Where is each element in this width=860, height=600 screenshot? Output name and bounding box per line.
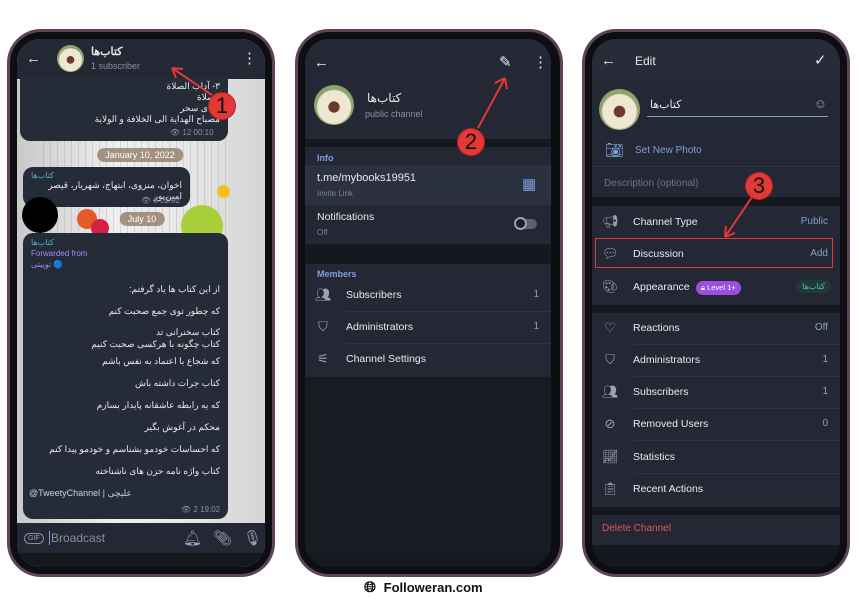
step-badge-3: 3 bbox=[746, 173, 772, 199]
footer-text: Followeran.com bbox=[383, 580, 483, 595]
arrow-2 bbox=[477, 77, 508, 129]
arrow-1 bbox=[171, 67, 213, 96]
step-badge-1: 1 bbox=[209, 93, 235, 119]
step-badge-2: 2 bbox=[458, 129, 484, 155]
footer-brand: 🌐︎ Followeran.com bbox=[364, 579, 483, 596]
globe-icon: 🌐︎ bbox=[364, 579, 377, 596]
annotation-arrows bbox=[171, 67, 753, 238]
arrow-3 bbox=[724, 196, 753, 238]
